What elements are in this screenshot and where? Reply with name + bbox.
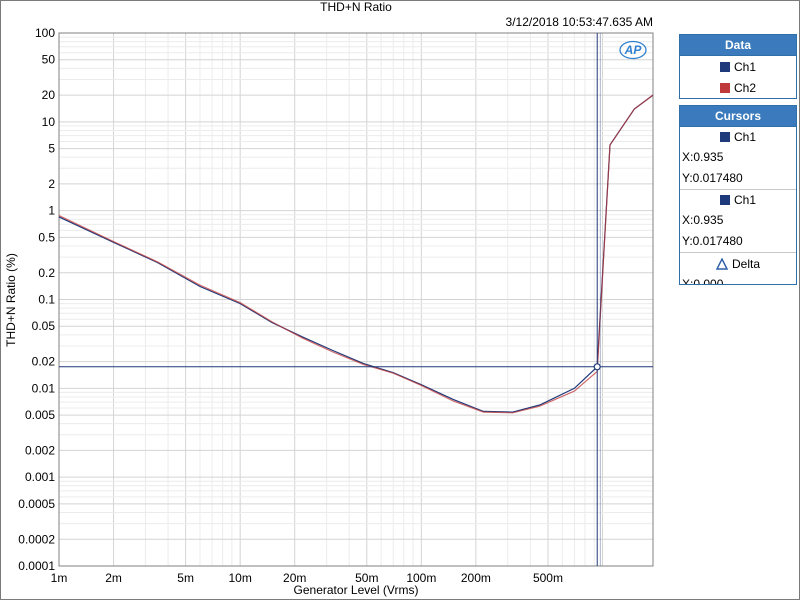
y-tick-label: 5: [48, 142, 55, 156]
y-tick-label: 10: [42, 115, 56, 129]
delta-x-value: X:0.000: [682, 277, 724, 285]
grid: [59, 33, 653, 566]
y-tick-label: 0.005: [25, 408, 55, 422]
legend-item-ch1[interactable]: Ch1: [680, 56, 796, 77]
x-tick-label: 1m: [51, 571, 68, 585]
cursors-panel-header: Cursors: [680, 106, 796, 127]
ap-logo-icon: AP: [619, 40, 647, 60]
y-tick-label: 0.01: [32, 381, 56, 395]
y-tick-label: 0.002: [25, 443, 55, 457]
delta-label: Delta: [731, 256, 760, 271]
y-axis-label: THD+N Ratio (%): [4, 253, 18, 347]
y-tick-label: 0.2: [38, 266, 55, 280]
x-tick-label: 2m: [105, 571, 122, 585]
ap-logo-text: AP: [624, 43, 643, 57]
data-legend-panel: Data Ch1 Ch2: [679, 34, 797, 99]
ch2-swatch-icon: [719, 82, 730, 93]
y-tick-label: 0.0005: [18, 497, 55, 511]
y-tick-label: 100: [35, 26, 55, 40]
cursor-1-y-value: Y:0.017480: [682, 171, 743, 185]
cursors-panel: Cursors Ch1 X:0.935 Y:0.017480 Ch1 X:0.9…: [679, 105, 797, 285]
cursor-2-label: Ch1: [733, 193, 756, 207]
y-tick-label: 0.05: [32, 319, 56, 333]
series-line-ch1: [58, 94, 654, 413]
ch1-swatch-icon: [719, 61, 730, 72]
y-tick-label: 0.001: [25, 470, 55, 484]
delta-readout[interactable]: Delta X:0.000: [680, 253, 796, 285]
x-tick-label: 5m: [177, 571, 194, 585]
y-tick-label: 20: [42, 88, 56, 102]
cursor-2-swatch-icon: [719, 195, 730, 205]
chart-timestamp: 3/12/2018 10:53:47.635 AM: [506, 15, 653, 29]
cursor-2-readout[interactable]: Ch1 X:0.935 Y:0.017480: [680, 190, 796, 253]
x-tick-label: 200m: [461, 571, 491, 585]
y-tick-label: 0.5: [38, 230, 55, 244]
x-tick-label: 500m: [533, 571, 563, 585]
cursor-1-swatch-icon: [719, 132, 730, 142]
y-tick-label: 0.1: [38, 293, 55, 307]
y-tick-label: 2: [48, 177, 55, 191]
delta-triangle-icon: [715, 257, 728, 270]
chart-title: THD+N Ratio: [320, 0, 392, 14]
y-tick-label: 0.0002: [18, 532, 55, 546]
data-panel-header: Data: [680, 35, 796, 56]
cursor-1-readout[interactable]: Ch1 X:0.935 Y:0.017480: [680, 127, 796, 190]
axis-ticks: 1m 2m 5m 10m 20m 50m 100m 200m 500m1005020105210…: [18, 26, 563, 585]
cursor-2-y-value: Y:0.017480: [682, 234, 743, 248]
cursor-1-x-value: X:0.935: [682, 150, 724, 164]
series-line-ch2: [58, 94, 654, 414]
legend-item-label: Ch1: [733, 59, 756, 74]
y-tick-label: 0.0001: [18, 559, 55, 573]
x-axis-label: Generator Level (Vrms): [294, 583, 419, 597]
y-tick-label: 0.02: [32, 355, 56, 369]
cursor-1-label: Ch1: [733, 130, 756, 144]
legend-item-ch2[interactable]: Ch2: [680, 77, 796, 98]
series-lines: [58, 94, 654, 414]
x-tick-label: 10m: [228, 571, 251, 585]
legend-item-label: Ch2: [733, 80, 756, 95]
cursor-2-x-value: X:0.935: [682, 213, 724, 227]
y-tick-label: 50: [42, 53, 56, 67]
y-tick-label: 1: [48, 204, 55, 218]
cursor-marker: [593, 363, 601, 371]
